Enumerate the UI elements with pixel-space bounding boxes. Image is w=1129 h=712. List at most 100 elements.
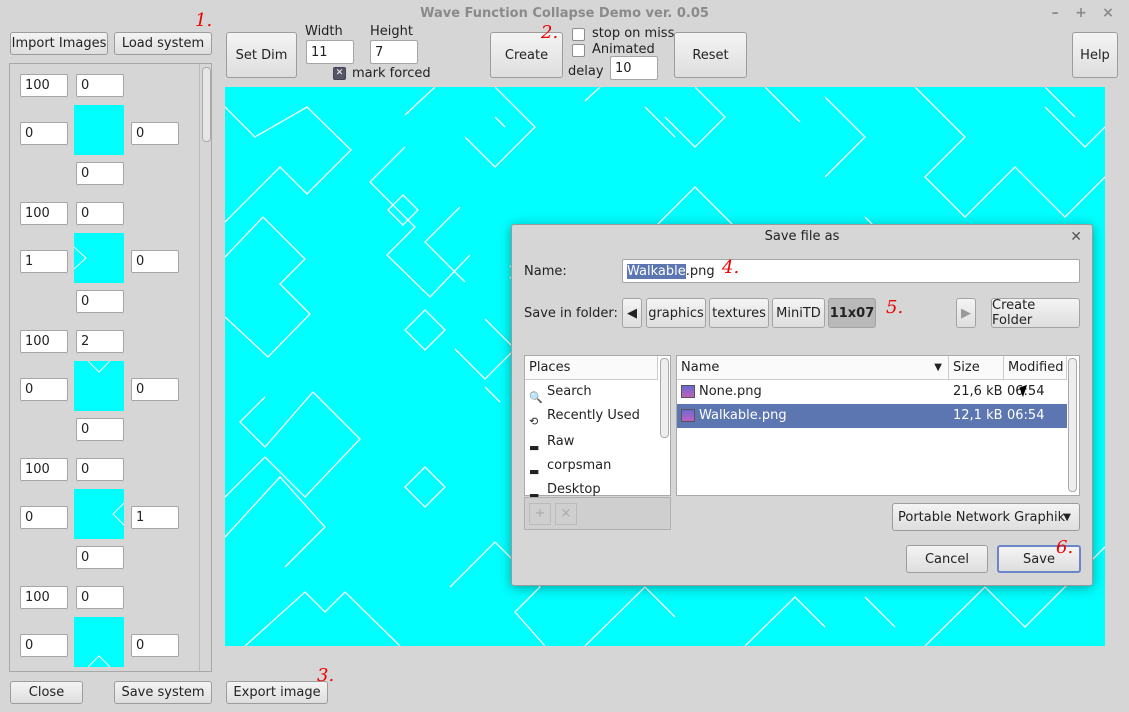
animated-label: Animated (592, 42, 655, 57)
tile-right-edge[interactable]: 0 (131, 634, 179, 657)
file-list-scrollbar[interactable] (1068, 358, 1077, 492)
delay-label: delay (568, 64, 604, 79)
file-size: 21,6 kB (953, 384, 1003, 399)
height-label: Height (370, 24, 413, 39)
file-row-selected[interactable]: Walkable.png 12,1 kB 06:54 (677, 404, 1067, 428)
tile-preview[interactable] (74, 233, 124, 283)
tile-top-edge[interactable]: 0 (76, 202, 124, 225)
file-type-label: Portable Network Graphik (898, 509, 1066, 525)
tile-left-edge[interactable]: 0 (20, 506, 68, 529)
image-file-icon (681, 409, 695, 422)
dialog-close-icon[interactable]: ✕ (1070, 229, 1082, 245)
place-raw[interactable]: ▬ Raw (525, 430, 658, 454)
annotation-4: 4. (722, 257, 740, 278)
tile-list-scrollbar[interactable] (199, 64, 211, 671)
tile-left-edge[interactable]: 1 (20, 250, 68, 273)
tile-bottom-edge[interactable]: 0 (76, 418, 124, 441)
file-row[interactable]: None.png 21,6 kB 06:54 (677, 380, 1067, 404)
help-button[interactable]: Help (1072, 32, 1118, 78)
crumb-graphics[interactable]: graphics (646, 298, 706, 328)
tile-top-edge[interactable]: 2 (76, 330, 124, 353)
filename-selected-text: Walkable (627, 263, 686, 279)
annotation-3: 3. (317, 665, 335, 686)
height-input[interactable]: 7 (370, 40, 418, 64)
file-type-select[interactable]: Portable Network Graphik ▼ (892, 503, 1080, 531)
save-file-dialog: Save file as ✕ Name: Walkable .png 4. Sav… (511, 224, 1093, 586)
places-scrollbar[interactable] (660, 358, 669, 438)
tile-top-edge[interactable]: 0 (76, 586, 124, 609)
tile-left-edge[interactable]: 0 (20, 378, 68, 401)
tile-top-weight[interactable]: 100 (20, 202, 68, 225)
place-search[interactable]: 🔍 Search (525, 380, 658, 404)
load-system-button[interactable]: Load system (114, 32, 212, 55)
column-size-header[interactable]: Size (949, 356, 1004, 380)
tile-bottom-edge[interactable]: 0 (76, 290, 124, 313)
save-system-button[interactable]: Save system (114, 681, 212, 704)
filename-input[interactable]: Walkable .png (622, 259, 1080, 283)
column-name-header[interactable]: Name ▼ (677, 356, 949, 380)
width-input[interactable]: 11 (306, 40, 354, 64)
tile-top-weight[interactable]: 100 (20, 74, 68, 97)
add-place-icon[interactable]: + (529, 503, 551, 525)
annotation-1: 1. (195, 10, 213, 31)
annotation-6: 6. (1056, 537, 1074, 558)
tile-preview[interactable] (74, 105, 124, 155)
name-label: Name: (524, 264, 567, 279)
maximize-icon[interactable]: + (1072, 4, 1090, 22)
tile-bottom-edge[interactable]: 0 (76, 162, 124, 185)
place-recently-used[interactable]: ⟲ Recently Used (525, 404, 658, 428)
import-images-button[interactable]: Import Images (10, 32, 108, 55)
path-back-icon[interactable]: ◀ (622, 298, 642, 328)
file-name: Walkable.png (699, 408, 787, 423)
save-in-folder-label: Save in folder: (524, 306, 618, 321)
set-dim-button[interactable]: Set Dim (226, 32, 297, 78)
tile-top-weight[interactable]: 100 (20, 458, 68, 481)
place-label: Search (547, 384, 592, 399)
column-modified-header[interactable]: Modified (1004, 356, 1067, 380)
cancel-button[interactable]: Cancel (906, 545, 988, 573)
tile-top-weight[interactable]: 100 (20, 330, 68, 353)
stop-on-miss-checkbox[interactable] (572, 28, 585, 41)
minimize-icon[interactable]: – (1046, 4, 1064, 22)
tile-preview[interactable] (74, 489, 124, 539)
annotation-2: 2. (541, 22, 559, 43)
tile-top-weight[interactable]: 100 (20, 586, 68, 609)
tile-preview[interactable] (74, 361, 124, 411)
tile-left-edge[interactable]: 0 (20, 634, 68, 657)
crumb-minitd[interactable]: MiniTD (772, 298, 825, 328)
file-name: None.png (699, 384, 762, 399)
delay-input[interactable]: 10 (610, 56, 658, 80)
place-label: Recently Used (547, 408, 640, 423)
close-button[interactable]: Close (10, 681, 83, 704)
tile-top-edge[interactable]: 0 (76, 74, 124, 97)
path-forward-icon[interactable]: ▶ (956, 298, 976, 328)
sort-arrow-icon: ▼ (934, 362, 942, 373)
file-size: 12,1 kB (953, 408, 1003, 423)
tile-right-edge[interactable]: 1 (131, 506, 179, 529)
tile-top-edge[interactable]: 0 (76, 458, 124, 481)
tile-right-edge[interactable]: 0 (131, 378, 179, 401)
close-window-icon[interactable]: × (1099, 4, 1117, 22)
reset-button[interactable]: Reset (674, 32, 747, 78)
crumb-11x07[interactable]: 11x07 (828, 298, 876, 328)
tile-preview[interactable] (74, 617, 124, 667)
tile-list-panel[interactable]: 100 0 0 0 0 100 0 1 0 0 100 2 0 0 0 100 … (9, 63, 212, 672)
mark-forced-label: mark forced (352, 66, 431, 81)
create-folder-button[interactable]: Create Folder (991, 298, 1080, 328)
places-panel[interactable]: Places 🔍 Search ⟲ Recently Used ▬ Raw ▬ corp… (524, 355, 671, 502)
tile-right-edge[interactable]: 0 (131, 250, 179, 273)
crumb-textures[interactable]: textures (709, 298, 769, 328)
scrollbar-thumb[interactable] (202, 67, 211, 142)
tile-right-edge[interactable]: 0 (131, 122, 179, 145)
image-file-icon (681, 385, 695, 398)
mark-forced-checkbox[interactable]: ✕ (333, 67, 346, 80)
tile-bottom-edge[interactable]: 0 (76, 546, 124, 569)
export-image-button[interactable]: Export image (226, 681, 328, 704)
remove-place-icon[interactable]: × (555, 503, 577, 525)
file-list[interactable]: Name ▼ Size Modified None.png 21,6 kB 06:… (676, 355, 1080, 496)
place-label: corpsman (547, 458, 612, 473)
tile-left-edge[interactable]: 0 (20, 122, 68, 145)
place-corpsman[interactable]: ▬ corpsman (525, 454, 658, 478)
file-modified: 06:54 (1007, 408, 1045, 423)
animated-checkbox[interactable] (572, 44, 585, 57)
